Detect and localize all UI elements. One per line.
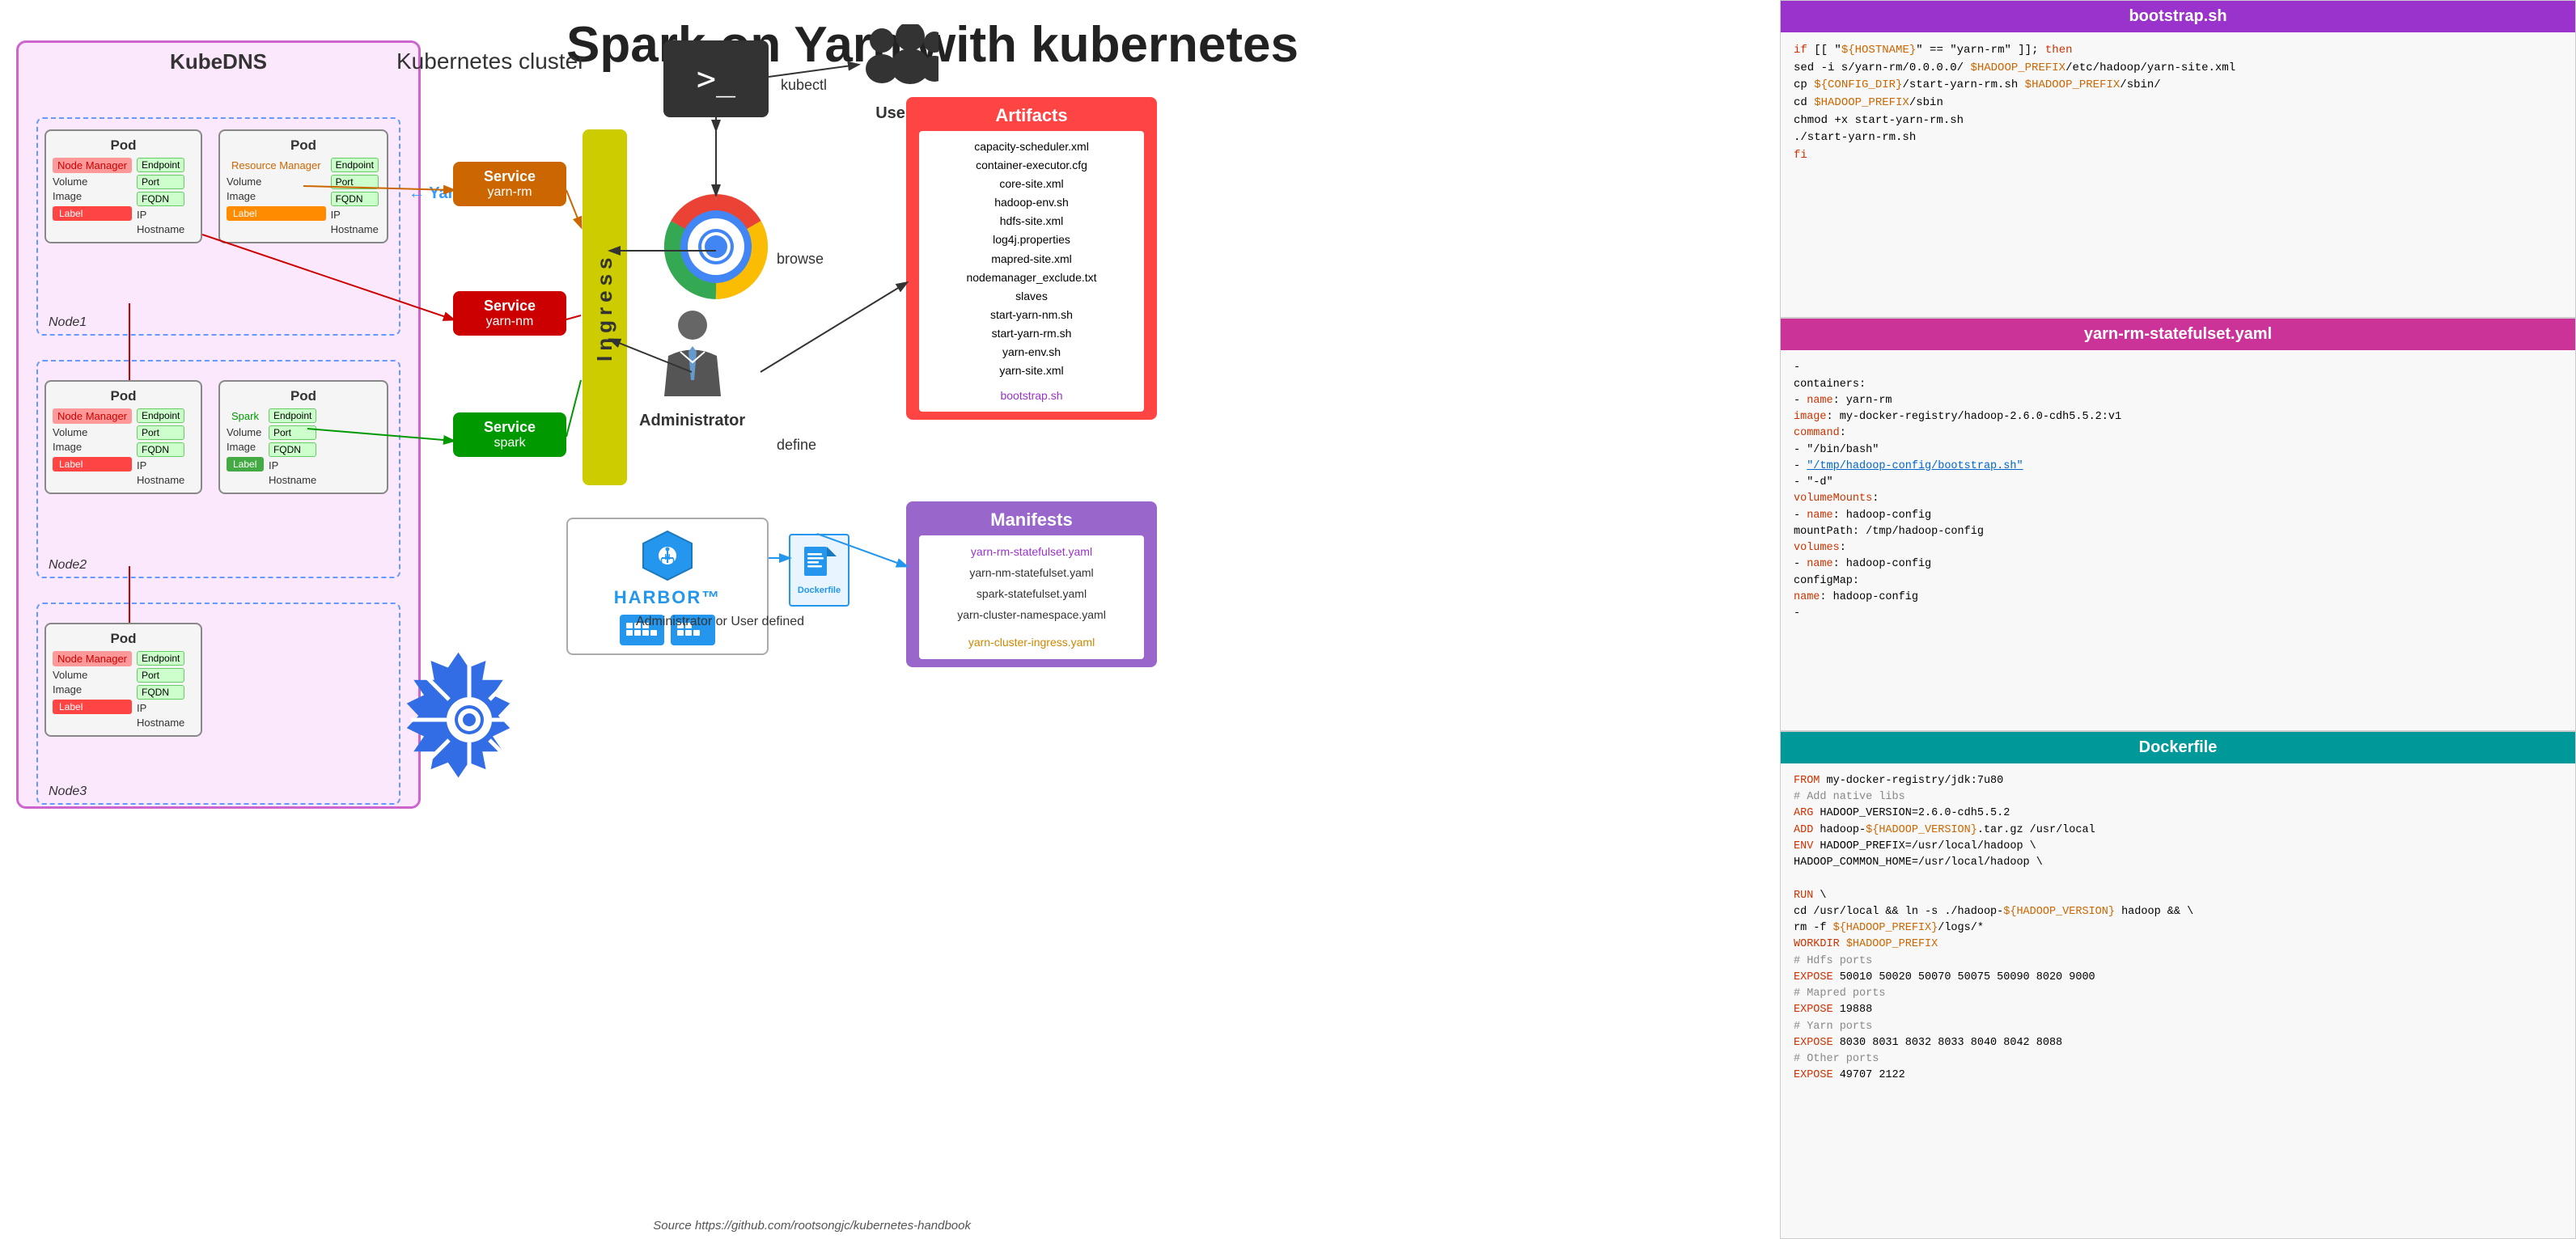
kubedns-label: KubeDNS [19, 43, 418, 81]
k8s-helm-logo [396, 647, 542, 797]
ingress-box: Ingress [583, 129, 627, 485]
source-label: Source https://github.com/rootsongjc/kub… [653, 1219, 971, 1233]
dockerfile-panel: Dockerfile FROM my-docker-registry/jdk:7… [1780, 731, 2576, 1239]
service-yarn-rm: Service yarn-rm [453, 162, 566, 206]
admin-area: Administrator [639, 307, 745, 430]
right-panel: bootstrap.sh if [[ "${HOSTNAME}" == "yar… [1780, 0, 2576, 1239]
artifacts-content: capacity-scheduler.xml container-executo… [919, 131, 1144, 412]
yarn-rm-yaml-code: - containers: - name: yarn-rm image: my-… [1781, 350, 2575, 730]
browse-label: browse [777, 251, 824, 268]
pod-node2-2: Pod Spark Volume Image Label Endpoint Po… [218, 380, 388, 494]
manifests-box: Manifests yarn-rm-statefulset.yaml yarn-… [906, 501, 1157, 667]
kubectl-label: kubectl [781, 77, 827, 94]
bootstrap-header: bootstrap.sh [1781, 1, 2575, 32]
define-label: define [777, 437, 816, 454]
dockerfile-icon: Dockerfile [789, 534, 849, 607]
k8s-label: Kubernetes cluster [396, 49, 585, 74]
yarn-rm-yaml-panel: yarn-rm-statefulset.yaml - containers: -… [1780, 318, 2576, 731]
harbor-box: H HARBOR™ [566, 518, 769, 655]
main-container: Spark on Yarn with kubernetes KubeDNS Ku… [0, 0, 2576, 1239]
manifests-content: yarn-rm-statefulset.yaml yarn-nm-statefu… [919, 535, 1144, 659]
pod-node2-1: Pod Node Manager Volume Image Label Endp… [44, 380, 202, 494]
manifests-title: Manifests [919, 510, 1144, 531]
artifacts-title: Artifacts [919, 105, 1144, 126]
node1-border [36, 117, 400, 336]
admin-or-user-label: Administrator or User defined [566, 615, 874, 629]
service-spark: Service spark [453, 412, 566, 457]
dockerfile-header: Dockerfile [1781, 732, 2575, 763]
node2-label: Node2 [49, 558, 87, 573]
diagram-area: Spark on Yarn with kubernetes KubeDNS Ku… [0, 0, 1780, 1239]
admin-label: Administrator [639, 412, 745, 430]
chrome-icon [663, 194, 769, 299]
service-yarn-nm: Service yarn-nm [453, 291, 566, 336]
bootstrap-code: if [[ "${HOSTNAME}" == "yarn-rm" ]]; the… [1781, 32, 2575, 317]
bootstrap-panel: bootstrap.sh if [[ "${HOSTNAME}" == "yar… [1780, 0, 2576, 318]
node3-label: Node3 [49, 784, 87, 799]
terminal-icon: >_ [663, 40, 769, 117]
pod-node3-1: Pod Node Manager Volume Image Label Endp… [44, 623, 202, 737]
artifacts-box: Artifacts capacity-scheduler.xml contain… [906, 97, 1157, 420]
yarn-rm-yaml-header: yarn-rm-statefulset.yaml [1781, 319, 2575, 350]
dockerfile-code: FROM my-docker-registry/jdk:7u80 # Add n… [1781, 763, 2575, 1238]
